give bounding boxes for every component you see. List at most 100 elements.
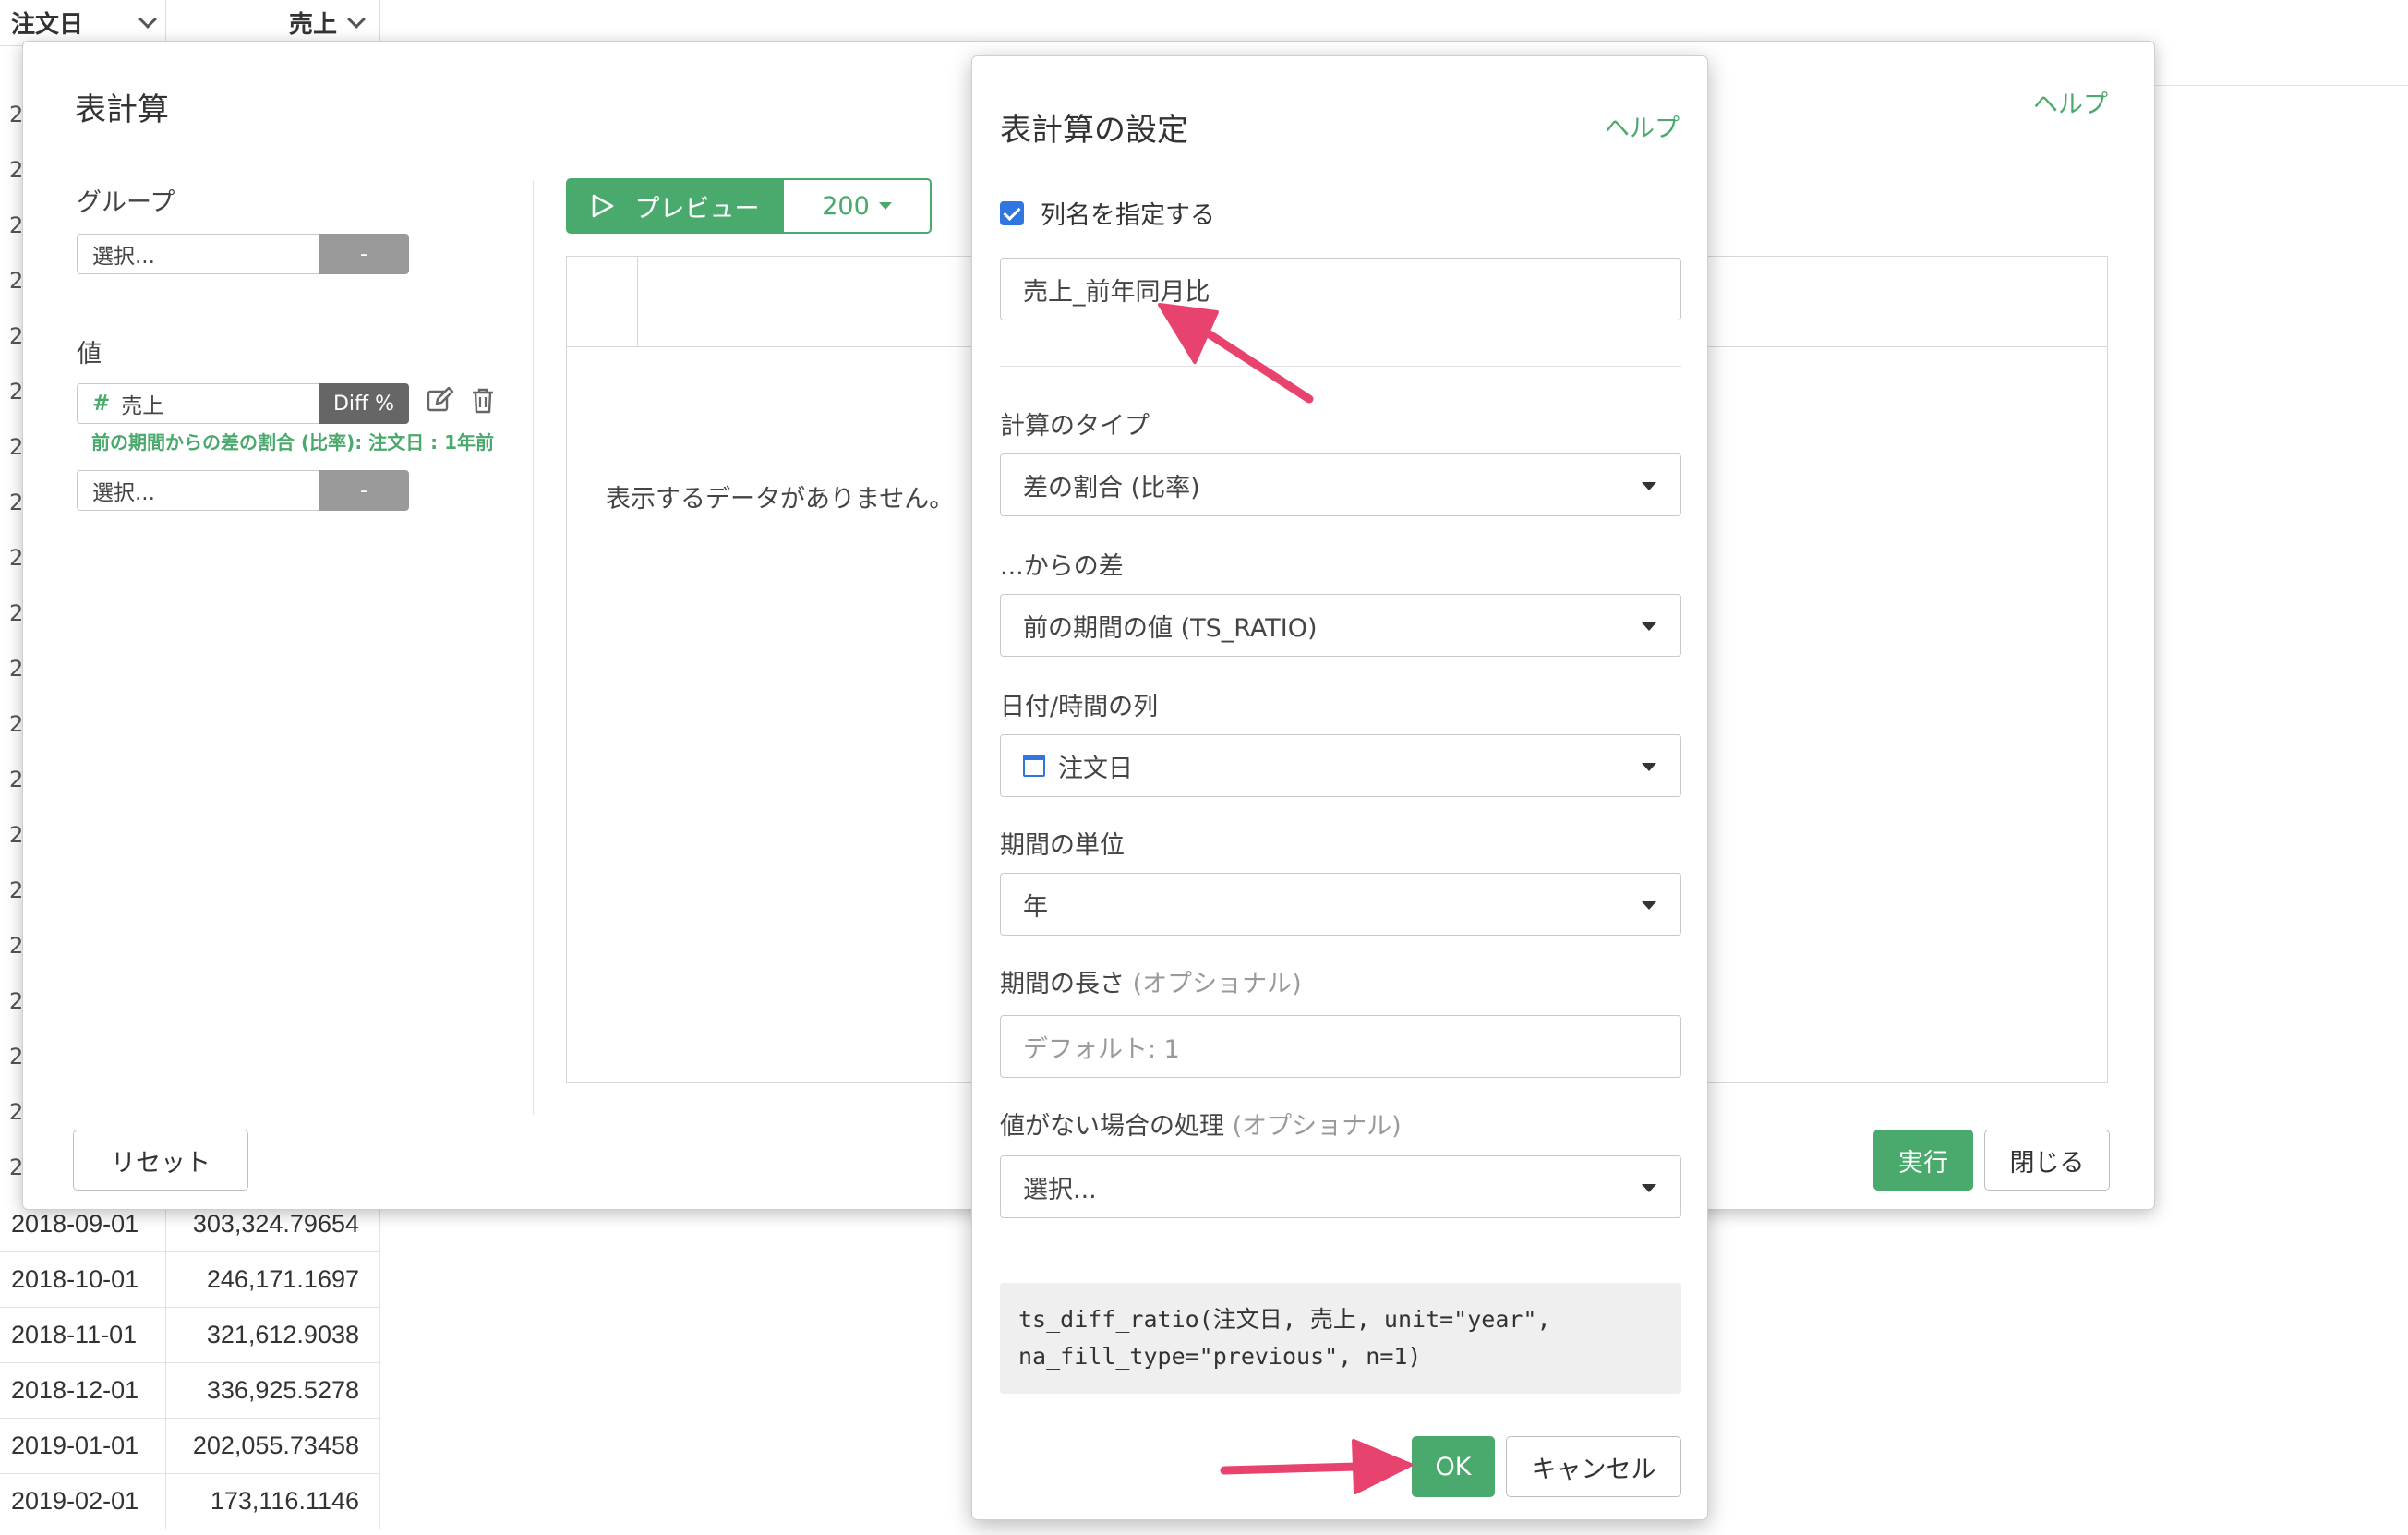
cell-date: 2018-11-01 bbox=[0, 1308, 166, 1362]
background-divider bbox=[2124, 85, 2408, 86]
optional-hint: (オプショナル) bbox=[1232, 1112, 1402, 1141]
play-icon bbox=[592, 194, 613, 218]
cell-sales: 202,055.73458 bbox=[166, 1419, 380, 1473]
column-header-sales[interactable]: 売上 bbox=[166, 0, 380, 45]
caret-down-icon bbox=[878, 202, 892, 210]
cell-date: 2019-01-01 bbox=[0, 1419, 166, 1473]
panel-divider bbox=[533, 180, 534, 1115]
gutter-char: 2 bbox=[9, 545, 24, 571]
dialog-title: 表計算 bbox=[75, 91, 169, 128]
edit-icon[interactable] bbox=[426, 385, 455, 415]
gutter-char: 2 bbox=[9, 157, 24, 183]
generated-code-preview: ts_diff_ratio(注文日, 売上, unit="year", na_fi… bbox=[1000, 1283, 1681, 1394]
value-field-box[interactable]: # 売上 bbox=[77, 383, 319, 424]
table-row: 2019-02-01 173,116.1146 bbox=[0, 1474, 380, 1529]
header-divider bbox=[637, 257, 638, 347]
preview-count-dropdown[interactable]: 200 bbox=[784, 178, 932, 234]
diff-from-select[interactable]: 前の期間の値 (TS_RATIO) bbox=[1000, 594, 1681, 657]
checkbox-label: 列名を指定する bbox=[1041, 201, 1215, 230]
value-select-box[interactable]: 選択... bbox=[77, 470, 319, 511]
row-gutter: 2 2 2 2 2 2 2 2 2 2 2 2 2 2 2 2 2 2 2 2 bbox=[0, 46, 24, 1210]
preview-button[interactable]: プレビュー bbox=[566, 178, 784, 234]
na-handling-label: 値がない場合の処理 (オプショナル) bbox=[1000, 1106, 1402, 1142]
value-remove-button[interactable]: - bbox=[319, 470, 409, 511]
gutter-char: 2 bbox=[9, 323, 24, 349]
cell-sales: 336,925.5278 bbox=[166, 1363, 380, 1418]
chevron-down-icon[interactable] bbox=[138, 9, 157, 29]
cell-date: 2018-10-01 bbox=[0, 1252, 166, 1307]
help-link[interactable]: ヘルプ bbox=[2033, 84, 2108, 120]
gutter-char: 2 bbox=[9, 822, 24, 848]
column-header-date[interactable]: 注文日 bbox=[0, 0, 166, 45]
chevron-down-icon[interactable] bbox=[347, 9, 366, 29]
trash-icon[interactable] bbox=[470, 387, 496, 415]
cell-sales: 321,612.9038 bbox=[166, 1308, 380, 1362]
code-line: na_fill_type="previous", n=1) bbox=[1018, 1343, 1422, 1370]
section-divider bbox=[1000, 366, 1681, 367]
gutter-char: 2 bbox=[9, 656, 24, 682]
empty-message: 表示するデータがありません。 bbox=[606, 485, 955, 514]
gutter-char: 2 bbox=[9, 767, 24, 792]
value-calc-tag[interactable]: Diff % bbox=[319, 383, 409, 424]
cell-date: 2018-12-01 bbox=[0, 1363, 166, 1418]
calendar-icon bbox=[1023, 755, 1045, 777]
calc-type-label: 計算のタイプ bbox=[1000, 412, 1150, 441]
column-header-sales-label: 売上 bbox=[288, 11, 337, 39]
value-field-name: 売上 bbox=[121, 394, 164, 418]
na-handling-label-text: 値がない場合の処理 bbox=[1000, 1112, 1224, 1141]
gutter-char: 2 bbox=[9, 1044, 24, 1070]
preview-button-label: プレビュー bbox=[634, 194, 760, 224]
cell-sales: 173,116.1146 bbox=[166, 1474, 380, 1529]
gutter-char: 2 bbox=[9, 933, 24, 959]
period-length-label: 期間の長さ (オプショナル) bbox=[1000, 963, 1302, 999]
diff-from-label: ...からの差 bbox=[1000, 552, 1124, 581]
gutter-char: 2 bbox=[9, 379, 24, 405]
table-row: 2018-12-01 336,925.5278 bbox=[0, 1363, 380, 1419]
cell-sales: 246,171.1697 bbox=[166, 1252, 380, 1307]
table-row: 2018-11-01 321,612.9038 bbox=[0, 1308, 380, 1363]
column-name-input[interactable]: 売上_前年同月比 bbox=[1000, 258, 1681, 320]
gutter-char: 2 bbox=[9, 711, 24, 737]
close-button[interactable]: 閉じる bbox=[1984, 1130, 2110, 1191]
calculation-settings-dialog: 表計算の設定 ヘルプ 列名を指定する 売上_前年同月比 計算のタイプ 差の割合 … bbox=[971, 55, 1708, 1520]
gutter-char: 2 bbox=[9, 434, 24, 460]
gutter-char: 2 bbox=[9, 600, 24, 626]
table-header: 注文日 売上 bbox=[0, 0, 380, 46]
reset-button[interactable]: リセット bbox=[73, 1130, 248, 1191]
table-row: 2019-01-01 202,055.73458 bbox=[0, 1419, 380, 1474]
gutter-char: 2 bbox=[9, 212, 24, 238]
gutter-char: 2 bbox=[9, 877, 24, 903]
period-unit-label: 期間の単位 bbox=[1000, 831, 1125, 860]
preview-count-value: 200 bbox=[822, 191, 870, 221]
gutter-char: 2 bbox=[9, 102, 24, 127]
gutter-char: 2 bbox=[9, 1154, 24, 1180]
value-select[interactable]: 選択... - bbox=[77, 470, 409, 511]
ok-button[interactable]: OK bbox=[1412, 1436, 1495, 1497]
na-handling-select[interactable]: 選択... bbox=[1000, 1155, 1681, 1218]
specify-column-name-checkbox[interactable]: 列名を指定する bbox=[1000, 195, 1215, 231]
cancel-button[interactable]: キャンセル bbox=[1506, 1436, 1681, 1497]
cell-date: 2019-02-01 bbox=[0, 1474, 166, 1529]
value-calc-description: 前の期間からの差の割合 (比率): 注文日 : 1年前 bbox=[91, 431, 495, 453]
value-field-chip[interactable]: # 売上 Diff % bbox=[77, 383, 409, 424]
period-length-input[interactable]: デフォルト: 1 bbox=[1000, 1015, 1681, 1078]
gutter-char: 2 bbox=[9, 988, 24, 1014]
preview-controls: プレビュー 200 bbox=[566, 178, 932, 234]
table-row: 2018-10-01 246,171.1697 bbox=[0, 1252, 380, 1308]
settings-title: 表計算の設定 bbox=[1000, 112, 1188, 149]
value-label: 値 bbox=[77, 340, 102, 369]
checkbox-checked-icon[interactable] bbox=[1000, 200, 1024, 225]
settings-help-link[interactable]: ヘルプ bbox=[1605, 108, 1680, 144]
number-type-icon: # bbox=[92, 392, 111, 416]
group-select-box[interactable]: 選択... bbox=[77, 234, 319, 274]
calc-type-select[interactable]: 差の割合 (比率) bbox=[1000, 453, 1681, 516]
run-button[interactable]: 実行 bbox=[1873, 1130, 1973, 1191]
group-select[interactable]: 選択... - bbox=[77, 234, 409, 274]
group-remove-button[interactable]: - bbox=[319, 234, 409, 274]
period-length-label-text: 期間の長さ bbox=[1000, 970, 1125, 998]
code-line: ts_diff_ratio(注文日, 売上, unit="year", bbox=[1018, 1306, 1551, 1333]
column-header-date-label: 注文日 bbox=[11, 11, 84, 39]
period-unit-select[interactable]: 年 bbox=[1000, 873, 1681, 936]
gutter-char: 2 bbox=[9, 490, 24, 515]
date-column-select[interactable]: 注文日 bbox=[1000, 734, 1681, 797]
